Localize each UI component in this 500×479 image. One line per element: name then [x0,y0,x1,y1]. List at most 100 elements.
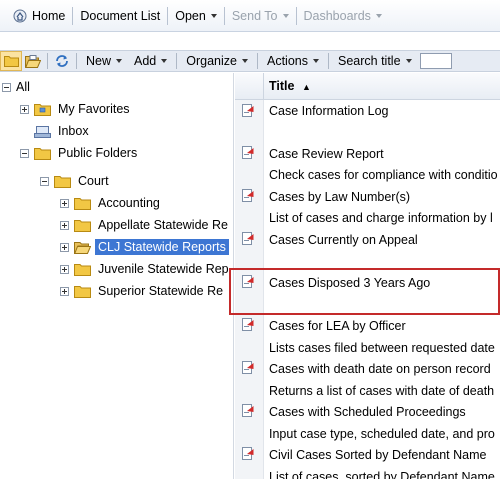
new-menu[interactable]: New [80,54,128,68]
list-item-description: Returns a list of cases with date of dea… [269,384,495,398]
tree-label: Appellate Statewide Re [98,218,228,232]
tree-node-clj-statewide-reports[interactable]: CLJ Statewide Reports [60,237,229,257]
open-folder-icon [74,241,91,254]
favorites-folder-icon [34,103,51,116]
sort-ascending-icon: ▲ [301,82,311,92]
chevron-down-icon [242,59,248,63]
list-item-description: List of cases, sorted by Defendant Name [269,470,495,479]
list-item-title[interactable]: Cases with Scheduled Proceedings [269,405,466,419]
title-column-header[interactable]: Title ▲ [264,79,311,93]
icon-column-header[interactable] [235,73,264,100]
report-icon [242,361,254,374]
list-item-title[interactable]: Cases by Law Number(s) [269,190,410,204]
home-label: Home [32,8,66,23]
tree-label: All [16,80,30,94]
tree-node-my-favorites[interactable]: My Favorites [20,99,133,119]
list-item-title[interactable]: Case Information Log [269,104,389,118]
chevron-down-icon [282,13,289,18]
open-label: Open [175,8,206,23]
send-to-menu[interactable]: Send To [225,6,296,26]
send-to-label: Send To [231,8,278,23]
collapse-icon[interactable] [40,176,49,186]
tree-label: Inbox [58,124,89,138]
report-icon [242,146,254,159]
toolbar-separator [176,53,178,69]
tree-node-inbox[interactable]: Inbox [34,121,92,141]
tree-node-juvenile[interactable]: Juvenile Statewide Rep [60,259,232,279]
collapse-icon[interactable] [2,82,11,92]
toolbar-separator [328,53,329,69]
actions-menu[interactable]: Actions [261,54,325,68]
folder-icon [74,197,91,210]
chevron-down-icon [313,59,319,63]
open-folder-icon [25,54,41,68]
expand-icon[interactable] [60,242,69,252]
expand-icon[interactable] [20,104,29,114]
home-icon [13,9,27,22]
folder-icon [74,285,91,298]
add-menu[interactable]: Add [128,54,173,68]
tree-label: Public Folders [58,146,138,160]
list-header: Title ▲ [235,73,500,100]
list-item-description: Lists cases filed between requested date [269,341,495,355]
report-icon [242,404,254,417]
chevron-down-icon [405,59,412,63]
folder-icon [3,56,19,67]
tree-node-accounting[interactable]: Accounting [60,193,163,213]
refresh-button[interactable] [51,51,73,71]
collapse-icon[interactable] [20,148,29,158]
chevron-down-icon [210,13,217,18]
tree-label: Juvenile Statewide Rep [98,262,229,276]
document-toolbar: New Add Organize Actions Search title [0,50,500,72]
tree-label: Court [78,174,109,188]
highlight-annotation [229,268,500,315]
chevron-down-icon [161,59,168,63]
search-input[interactable] [419,53,452,69]
report-icon [242,232,254,245]
report-icon [242,447,254,460]
home-button[interactable]: Home [6,6,72,26]
folder-icon [54,175,71,188]
search-title-menu[interactable]: Search title [332,54,418,68]
organize-menu[interactable]: Organize [180,54,254,68]
refresh-icon [56,55,68,67]
title-header-label: Title [269,79,295,93]
actions-label: Actions [267,54,308,68]
list-item-title[interactable]: Cases for LEA by Officer [269,319,406,333]
dashboards-label: Dashboards [303,8,371,23]
expand-icon[interactable] [60,264,69,274]
dashboards-menu[interactable]: Dashboards [297,6,389,26]
list-item-title[interactable]: Cases Currently on Appeal [269,233,418,247]
tree-label: CLJ Statewide Reports [95,239,229,255]
toolbar-separator [47,53,48,69]
list-item-title[interactable]: Civil Cases Sorted by Defendant Name [269,448,486,462]
tree-node-superior[interactable]: Superior Statewide Re [60,281,226,301]
tree-node-public-folders[interactable]: Public Folders [20,143,140,163]
document-list-label: Document List [80,8,161,23]
search-title-label: Search title [338,54,401,68]
tree-node-court[interactable]: Court [40,171,112,191]
toolbar-separator [257,53,258,69]
organize-label: Organize [186,54,237,68]
list-item-description: Input case type, scheduled date, and pro [269,427,495,441]
tree-node-all[interactable]: All [2,77,33,97]
tree-label: Superior Statewide Re [98,284,224,298]
list-item-title[interactable]: Cases with death date on person record [269,362,491,376]
expand-icon[interactable] [60,198,69,208]
list-item-title[interactable]: Case Review Report [269,147,384,161]
inbox-icon [34,125,51,138]
folder-icon [74,263,91,276]
expand-icon[interactable] [60,286,69,296]
tree-node-appellate[interactable]: Appellate Statewide Re [60,215,231,235]
open-menu[interactable]: Open [168,6,224,26]
document-list-button[interactable]: Document List [73,6,167,26]
chevron-down-icon [375,13,382,18]
new-label: New [86,54,112,68]
toolbar-separator [76,53,77,69]
top-toolbar: Home Document List Open Send To Dashboar… [0,0,500,32]
folders-view-button[interactable] [0,51,22,71]
folder-icon [74,219,91,232]
expand-icon[interactable] [60,220,69,230]
report-icon [242,189,254,202]
open-folder-button[interactable] [22,51,44,71]
